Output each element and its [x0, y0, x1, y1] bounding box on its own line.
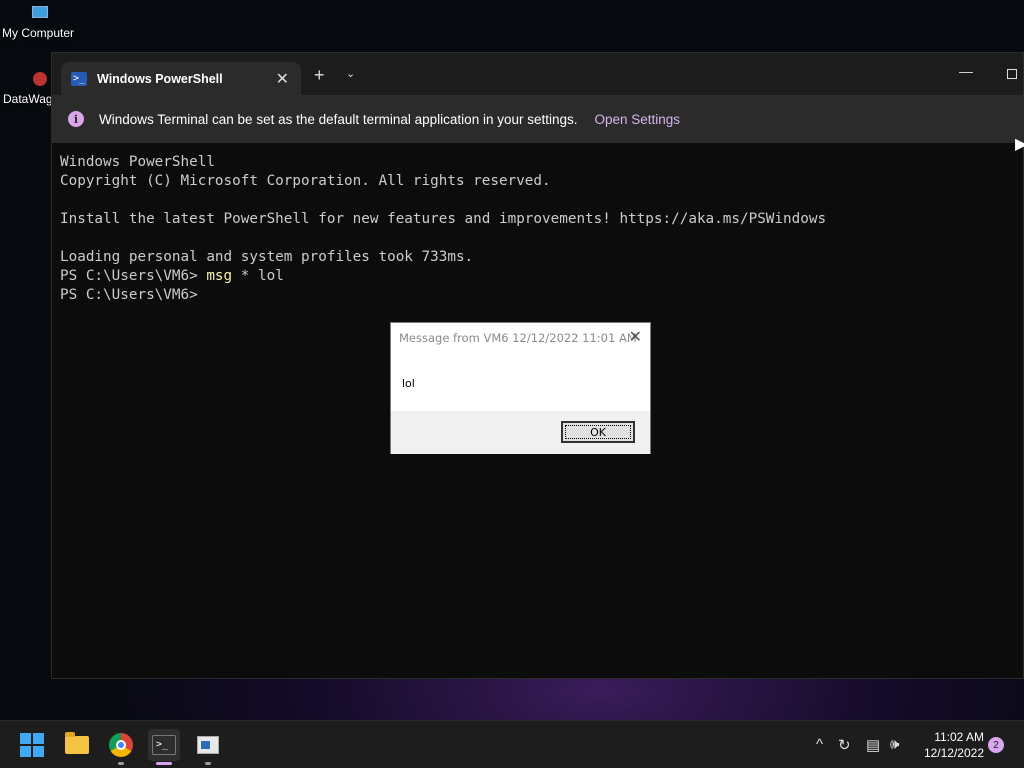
maximize-button[interactable]: [1007, 69, 1017, 79]
monitor-icon: [32, 6, 48, 18]
clock-time: 11:02 AM: [934, 730, 984, 744]
running-indicator: [118, 762, 124, 765]
new-tab-button[interactable]: +: [314, 65, 325, 86]
console-line: PS C:\Users\VM6> msg * lol: [60, 267, 1010, 286]
dialog-footer: OK: [391, 411, 650, 454]
command-args: * lol: [232, 268, 284, 284]
start-icon: [20, 733, 44, 757]
title-bar[interactable]: >_ Windows PowerShell ✕ + ⌄ —: [52, 53, 1023, 95]
volume-icon[interactable]: 🕪: [890, 736, 899, 753]
prompt: PS C:\Users\VM6>: [60, 287, 198, 303]
taskbar-news-app[interactable]: [192, 729, 224, 765]
show-hidden-icons-chevron[interactable]: ^: [816, 736, 823, 753]
prompt: PS C:\Users\VM6>: [60, 268, 207, 284]
info-icon: i: [68, 111, 84, 127]
taskbar-terminal[interactable]: >_: [148, 729, 180, 765]
console-line: Copyright (C) Microsoft Corporation. All…: [60, 173, 551, 189]
taskbar-chrome[interactable]: [105, 729, 137, 765]
dialog-title: Message from VM6 12/12/2022 11:01 AM: [399, 331, 637, 345]
clock[interactable]: 11:02 AM 12/12/2022: [918, 729, 984, 761]
powershell-icon: >_: [71, 71, 87, 86]
info-message: Windows Terminal can be set as the defau…: [99, 111, 578, 127]
command-name: msg: [206, 268, 233, 284]
open-settings-link[interactable]: Open Settings: [595, 112, 681, 127]
mouse-cursor-icon: ▶: [1015, 136, 1024, 153]
news-app-icon: [197, 736, 219, 754]
dialog-message: lol: [402, 377, 415, 390]
message-dialog: Message from VM6 12/12/2022 11:01 AM ✕ l…: [390, 322, 651, 454]
console-line: Install the latest PowerShell for new fe…: [60, 211, 827, 227]
desktop-icon-label: My Computer: [2, 26, 75, 40]
file-explorer-icon: [65, 732, 89, 754]
sync-icon[interactable]: ↻: [838, 736, 851, 754]
notification-badge[interactable]: 2: [988, 737, 1004, 753]
clock-date: 12/12/2022: [923, 746, 984, 760]
start-button[interactable]: [16, 729, 48, 761]
console-line: PS C:\Users\VM6>: [60, 286, 1010, 305]
close-tab-icon[interactable]: ✕: [276, 69, 289, 89]
active-indicator: [156, 762, 172, 765]
network-icon[interactable]: ▤: [866, 736, 880, 754]
console-line: Windows PowerShell: [60, 154, 215, 170]
console-output[interactable]: Windows PowerShell Copyright (C) Microsof…: [60, 153, 1010, 305]
chrome-icon: [109, 733, 133, 757]
tab-title: Windows PowerShell: [97, 71, 223, 86]
taskbar-file-explorer[interactable]: [61, 729, 93, 761]
tab-windows-powershell[interactable]: >_ Windows PowerShell ✕: [61, 62, 301, 95]
running-indicator: [205, 762, 211, 765]
desktop-icon-my-computer[interactable]: My Computer: [2, 6, 82, 40]
chevron-down-icon[interactable]: ⌄: [346, 67, 355, 80]
ok-button[interactable]: OK: [561, 421, 635, 443]
app-shortcut-icon: [33, 72, 47, 86]
terminal-icon: >_: [152, 735, 176, 755]
close-icon[interactable]: ✕: [629, 327, 642, 346]
minimize-button[interactable]: —: [959, 63, 973, 79]
info-bar: i Windows Terminal can be set as the def…: [52, 95, 1023, 143]
taskbar: >_ ^ ↻ ▤ 🕪 11:02 AM 12/12/2022 2: [0, 720, 1024, 768]
console-line: Loading personal and system profiles too…: [60, 249, 474, 265]
